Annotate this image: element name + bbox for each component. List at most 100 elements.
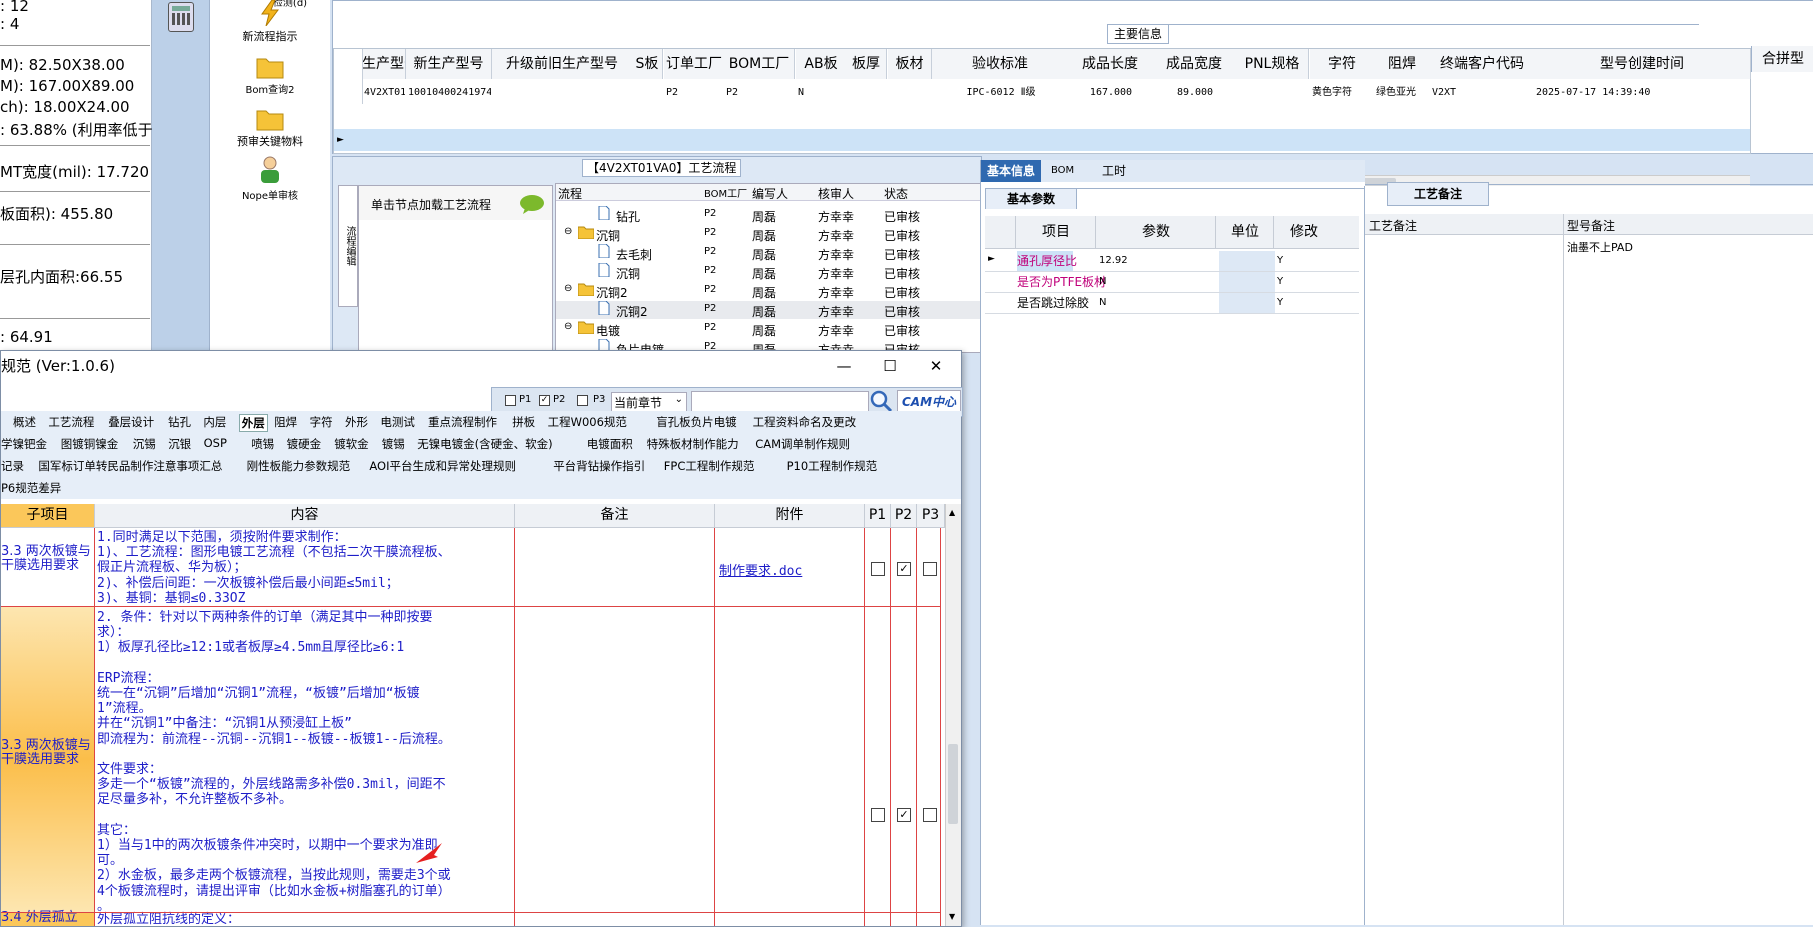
tab-bom[interactable]: BOM (1045, 160, 1080, 182)
main-info-col-header[interactable]: 成品长度 (1068, 49, 1153, 79)
tab-hours[interactable]: 工时 (1096, 160, 1132, 182)
category-tab[interactable]: 阻焊 (274, 414, 297, 430)
p2-filter-checkbox[interactable]: ✓ (539, 395, 550, 406)
category-tab[interactable]: 字符 (310, 414, 333, 430)
p3-checkbox[interactable] (923, 562, 937, 576)
category-tab[interactable]: 重点流程制作 (428, 414, 497, 430)
process-tree-row[interactable]: ⊖ 电镀 P2 周磊 方幸幸 已审核 (556, 320, 980, 338)
category-tab[interactable]: 沉银 (168, 436, 191, 452)
p2-checkbox[interactable]: ✓ (897, 808, 911, 822)
grid-row-3-sub-cell[interactable]: 3.4 外层孤立 (1, 911, 94, 926)
collapse-icon[interactable]: ⊖ (564, 283, 572, 294)
tool-new-flow[interactable]: 新流程指示 (210, 0, 330, 44)
process-tree-row[interactable]: 钻孔 P2 周磊 方幸幸 已审核 (556, 205, 980, 224)
tool-bom-query[interactable]: Bom查询2 (210, 55, 330, 96)
params-row[interactable]: 是否跳过除胶 N Y (985, 293, 1359, 314)
calculator-icon[interactable] (168, 2, 194, 32)
process-col-header[interactable]: 核审人 (818, 185, 854, 202)
main-info-col-header[interactable]: 型号创建时间 (1534, 49, 1751, 79)
params-row[interactable]: ► 通孔厚径比 12.92 Y (985, 251, 1359, 272)
main-info-col-header[interactable]: 成品宽度 (1152, 49, 1237, 79)
tool-pre-review[interactable]: 预审关键物料 (210, 107, 330, 149)
main-info-col-header[interactable]: S板 (632, 49, 663, 79)
p1-checkbox[interactable] (871, 562, 885, 576)
main-info-col-header[interactable]: 阻焊 (1374, 49, 1431, 79)
main-info-col-header[interactable]: 订单工厂 (664, 49, 725, 79)
process-col-header[interactable]: 编写人 (752, 185, 788, 202)
main-info-col-header[interactable]: 升级前旧生产型号 (492, 49, 633, 79)
category-tab[interactable]: 工程资料命名及更改 (753, 414, 857, 430)
category-tab[interactable]: AOI平台生成和异常处理规则 (369, 458, 516, 474)
category-tab[interactable]: 外形 (345, 414, 368, 430)
main-info-col-header[interactable]: AB板 (796, 49, 847, 79)
main-info-col-header[interactable]: BOM工厂 (724, 49, 795, 79)
main-info-col-header[interactable]: 板厚 (846, 49, 887, 79)
category-tab[interactable]: 工程W006规范 (548, 414, 627, 430)
category-tab[interactable]: 无镍电镀金(含硬金、软金) (417, 436, 552, 452)
category-tab[interactable]: 概述 (13, 414, 36, 430)
category-tab[interactable]: 喷锡 (251, 436, 274, 452)
category-tab[interactable]: 盲孔板负片电镀 (656, 414, 737, 430)
params-row[interactable]: 是否为PTFE板材 N Y (985, 272, 1359, 293)
process-tree-row[interactable]: ⊖ 沉铜 P2 周磊 方幸幸 已审核 (556, 225, 980, 243)
maximize-icon[interactable]: ☐ (867, 351, 913, 381)
category-tab[interactable]: 内层 (203, 414, 226, 430)
vertical-scrollbar[interactable]: ▲ ▼ (945, 504, 961, 926)
main-info-col-header[interactable]: PNL规格 (1236, 49, 1309, 79)
category-tab[interactable]: 平台背钻操作指引 (553, 458, 645, 474)
category-tab[interactable]: P6规范差异 (1, 480, 61, 496)
process-col-header[interactable]: BOM工厂 (704, 185, 747, 200)
process-tree-row[interactable]: 沉铜 P2 周磊 方幸幸 已审核 (556, 262, 980, 281)
process-tree-row[interactable]: 去毛刺 P2 周磊 方幸幸 已审核 (556, 243, 980, 262)
category-tab[interactable]: 叠层设计 (108, 414, 154, 430)
category-tab[interactable]: OSP (204, 436, 227, 450)
category-tab[interactable]: 镀锡 (382, 436, 405, 452)
category-tab[interactable]: P10工程制作规范 (787, 458, 878, 474)
category-tab[interactable]: 记录 (1, 458, 24, 474)
process-tree-row[interactable]: ⊖ 沉铜2 P2 周磊 方幸幸 已审核 (556, 282, 980, 300)
process-tree-row[interactable]: 沉铜2 P2 周磊 方幸幸 已审核 (556, 300, 980, 319)
chapter-select[interactable]: 当前章节 ⌄ (611, 392, 687, 412)
p3-checkbox[interactable] (923, 808, 937, 822)
collapse-icon[interactable]: ⊖ (564, 321, 572, 332)
grid-row-1-sub-cell[interactable]: 3.3 两次板镀与干膜选用要求 (1, 528, 94, 606)
category-tab[interactable]: CAM调单制作规则 (755, 436, 850, 452)
p3-filter-checkbox[interactable] (577, 395, 588, 406)
category-tab[interactable]: 国军标订单转民品制作注意事项汇总 (38, 458, 222, 474)
process-col-header[interactable]: 状态 (884, 185, 908, 202)
p2-checkbox[interactable]: ✓ (897, 562, 911, 576)
minimize-icon[interactable]: — (821, 351, 867, 381)
search-input[interactable] (691, 391, 869, 413)
category-tab[interactable]: FPC工程制作规范 (664, 458, 755, 474)
category-tab[interactable]: 镀软金 (334, 436, 369, 452)
category-tab[interactable]: 学镍钯金 (1, 436, 47, 452)
category-tab[interactable]: 刚性板能力参数规范 (247, 458, 351, 474)
category-tab[interactable]: 特殊板材制作能力 (647, 436, 739, 452)
main-info-col-header[interactable]: 生产型号 (362, 49, 406, 79)
tab-basic-info[interactable]: 基本信息 (981, 160, 1042, 182)
subtab-basic-params[interactable]: 基本参数 (985, 188, 1077, 209)
category-tab[interactable]: 钻孔 (168, 414, 191, 430)
main-info-col-header[interactable]: 新生产型号 (406, 49, 492, 79)
category-tab[interactable]: 图镀铜镍金 (61, 436, 119, 452)
merge-type-tab[interactable]: 合拼型 (1751, 46, 1813, 72)
p1-checkbox[interactable] (871, 808, 885, 822)
category-tab[interactable]: 电镀面积 (587, 436, 633, 452)
tab-process-notes[interactable]: 工艺备注 (1387, 182, 1489, 206)
p1-filter-checkbox[interactable] (505, 395, 516, 406)
process-edit-tab[interactable]: 流程编辑 (338, 185, 358, 307)
category-tab[interactable]: 镀硬金 (287, 436, 322, 452)
main-info-col-header[interactable]: 板材 (888, 49, 932, 79)
attachment-link[interactable]: 制作要求.doc (719, 560, 802, 579)
main-info-col-header[interactable]: 字符 (1310, 49, 1375, 79)
process-col-header[interactable]: 流程 (558, 185, 582, 202)
collapse-icon[interactable]: ⊖ (564, 226, 572, 237)
main-info-col-header[interactable]: 终端客户代码 (1430, 49, 1535, 79)
category-tab[interactable]: 沉锡 (133, 436, 156, 452)
close-icon[interactable]: ✕ (913, 351, 959, 381)
category-tab[interactable]: 外层 (238, 414, 268, 432)
grid-row-2-sub-cell[interactable]: 3.3 两次板镀与干膜选用要求 (1, 607, 94, 912)
category-tab[interactable]: 工艺流程 (48, 414, 94, 430)
tool-nope-review[interactable]: Nope单审核 (210, 155, 330, 202)
category-tab[interactable]: 电测试 (380, 414, 415, 430)
